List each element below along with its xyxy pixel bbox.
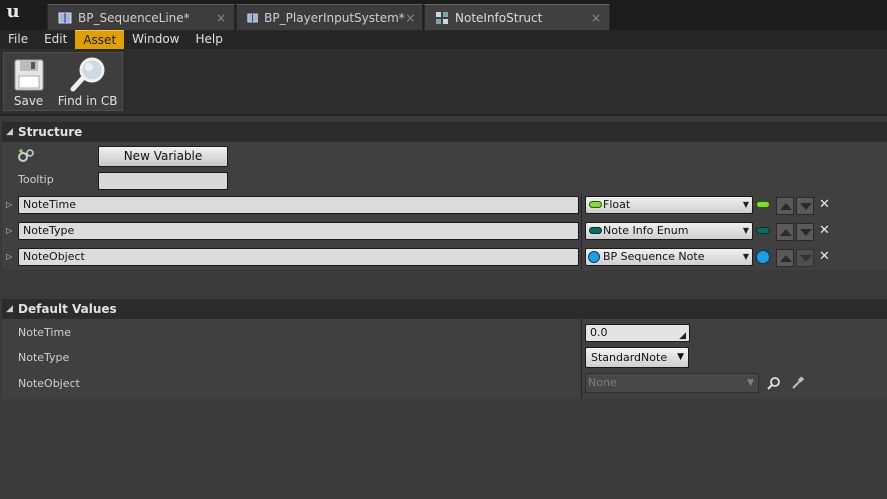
tooltip-input[interactable] bbox=[98, 172, 228, 190]
menu-help[interactable]: Help bbox=[187, 30, 230, 49]
container-type-pill-icon[interactable] bbox=[756, 227, 770, 234]
chevron-down-icon: ▼ bbox=[742, 226, 749, 235]
chevron-down-icon: ▼ bbox=[742, 252, 749, 261]
triangle-down-icon bbox=[800, 255, 812, 262]
note-type-label: NoteType bbox=[18, 351, 70, 364]
collapse-caret-icon[interactable]: ◢ bbox=[6, 304, 14, 314]
note-time-label: NoteTime bbox=[18, 326, 71, 339]
note-time-input[interactable]: 0.0 ◢ bbox=[585, 324, 690, 342]
variable-name-field[interactable]: NoteType bbox=[18, 222, 579, 240]
tab-bp-playerinputsystem[interactable]: BP_PlayerInputSystem* × bbox=[236, 4, 423, 30]
move-up-button[interactable] bbox=[776, 249, 794, 267]
chevron-down-icon: ▼ bbox=[747, 378, 754, 388]
close-icon[interactable]: × bbox=[214, 11, 228, 25]
blueprint-book-icon bbox=[58, 12, 72, 23]
remove-variable-icon[interactable]: ✕ bbox=[819, 197, 830, 212]
object-pin-icon bbox=[588, 251, 600, 263]
tab-bp-sequenceline[interactable]: BP_SequenceLine* × bbox=[47, 4, 235, 30]
drag-resize-icon: ◢ bbox=[679, 331, 686, 341]
remove-variable-icon[interactable]: ✕ bbox=[819, 249, 830, 264]
variable-type-label: Float bbox=[603, 198, 631, 211]
float-pin-icon bbox=[589, 201, 602, 208]
new-variable-button[interactable]: New Variable bbox=[98, 146, 228, 167]
close-icon[interactable]: × bbox=[589, 11, 603, 25]
move-down-button[interactable] bbox=[796, 249, 814, 267]
unreal-logo-icon[interactable]: u bbox=[2, 2, 24, 24]
toolbar: Save Find in CB bbox=[3, 52, 123, 111]
remove-variable-icon[interactable]: ✕ bbox=[819, 223, 830, 238]
document-tab-bar: u BP_SequenceLine* × BP_PlayerInputSyste… bbox=[0, 0, 887, 30]
default-values-title: Default Values bbox=[18, 302, 117, 316]
tab-label: BP_PlayerInputSystem* bbox=[264, 10, 405, 25]
container-type-dot-icon[interactable] bbox=[756, 250, 770, 264]
triangle-up-icon bbox=[780, 203, 792, 210]
close-icon[interactable]: × bbox=[405, 11, 416, 25]
move-down-button[interactable] bbox=[796, 197, 814, 215]
column-splitter[interactable] bbox=[581, 194, 582, 270]
structure-title: Structure bbox=[18, 125, 83, 139]
add-variable-icon bbox=[18, 149, 34, 162]
menu-edit[interactable]: Edit bbox=[36, 30, 75, 49]
save-disk-icon bbox=[14, 59, 44, 91]
default-values-section-header[interactable]: ◢ Default Values bbox=[2, 299, 887, 319]
tab-noteinfostruct[interactable]: NoteInfoStruct × bbox=[424, 4, 610, 30]
container-type-pill-icon[interactable] bbox=[756, 201, 770, 208]
variable-type-dropdown[interactable]: BP Sequence Note ▼ bbox=[585, 248, 753, 266]
move-up-button[interactable] bbox=[776, 223, 794, 241]
triangle-up-icon bbox=[780, 255, 792, 262]
note-type-value: StandardNote bbox=[591, 351, 668, 364]
variable-type-label: BP Sequence Note bbox=[603, 250, 705, 263]
enum-pin-icon bbox=[589, 227, 602, 234]
move-down-button[interactable] bbox=[796, 223, 814, 241]
expand-arrow-icon[interactable]: ▷ bbox=[6, 226, 12, 235]
expand-arrow-icon[interactable]: ▷ bbox=[6, 252, 12, 261]
collapse-caret-icon[interactable]: ◢ bbox=[6, 127, 14, 137]
menu-asset[interactable]: Asset bbox=[75, 30, 125, 49]
triangle-down-icon bbox=[800, 203, 812, 210]
tab-label: BP_SequenceLine* bbox=[78, 10, 190, 25]
chevron-down-icon: ▼ bbox=[742, 200, 749, 209]
eyedropper-icon[interactable] bbox=[791, 376, 805, 390]
variable-type-dropdown[interactable]: Float ▼ bbox=[585, 196, 753, 214]
note-object-label: NoteObject bbox=[18, 377, 80, 390]
expand-arrow-icon[interactable]: ▷ bbox=[6, 200, 12, 209]
save-label: Save bbox=[13, 94, 44, 108]
triangle-down-icon bbox=[800, 229, 812, 236]
save-button[interactable]: Save bbox=[4, 53, 53, 110]
struct-icon bbox=[436, 11, 448, 24]
structure-section-header[interactable]: ◢ Structure bbox=[2, 122, 887, 142]
move-up-button[interactable] bbox=[776, 197, 794, 215]
variable-type-label: Note Info Enum bbox=[603, 224, 689, 237]
tooltip-label: Tooltip bbox=[18, 173, 54, 186]
magnifier-icon bbox=[70, 57, 105, 92]
find-in-cb-button[interactable]: Find in CB bbox=[53, 53, 122, 110]
blueprint-book-icon bbox=[247, 13, 258, 22]
menu-bar: File Edit Asset Window Help bbox=[0, 30, 887, 49]
triangle-up-icon bbox=[780, 229, 792, 236]
browse-search-icon[interactable] bbox=[767, 376, 781, 390]
find-in-cb-label: Find in CB bbox=[57, 94, 118, 108]
note-object-value: None bbox=[588, 376, 617, 389]
menu-file[interactable]: File bbox=[0, 30, 36, 49]
variable-name-field[interactable]: NoteTime bbox=[18, 196, 579, 214]
toolbar-area bbox=[0, 49, 887, 115]
divider bbox=[0, 114, 887, 116]
note-object-picker[interactable]: None ▼ bbox=[585, 373, 759, 393]
note-type-dropdown[interactable]: StandardNote ▼ bbox=[585, 347, 689, 368]
note-time-value: 0.0 bbox=[590, 326, 608, 339]
menu-window[interactable]: Window bbox=[124, 30, 187, 49]
column-splitter[interactable] bbox=[581, 319, 582, 399]
variable-type-dropdown[interactable]: Note Info Enum ▼ bbox=[585, 222, 753, 240]
tab-label: NoteInfoStruct bbox=[455, 10, 543, 25]
variable-name-field[interactable]: NoteObject bbox=[18, 248, 579, 266]
chevron-down-icon: ▼ bbox=[677, 352, 684, 362]
